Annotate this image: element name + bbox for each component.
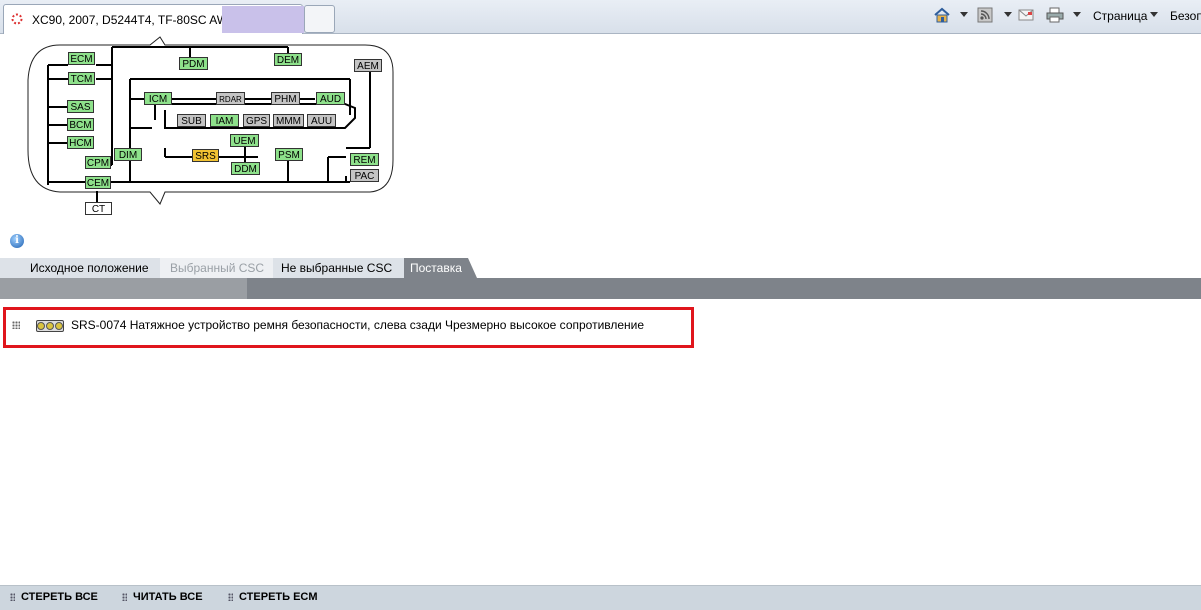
new-tab-button[interactable] <box>304 5 335 33</box>
module-rdar[interactable]: RDAR <box>216 92 245 105</box>
tab-label: Выбранный CSC <box>170 261 265 275</box>
print-icon[interactable] <box>1046 7 1064 23</box>
module-rem[interactable]: REM <box>350 153 379 166</box>
module-hcm[interactable]: HCM <box>67 136 94 149</box>
module-phm[interactable]: PHM <box>271 92 300 105</box>
module-mmm[interactable]: MMM <box>273 114 304 127</box>
module-ddm[interactable]: DDM <box>231 162 260 175</box>
module-pac[interactable]: PAC <box>350 169 379 182</box>
tab-initial-state[interactable]: Исходное положение <box>0 258 169 278</box>
module-iam[interactable]: IAM <box>210 114 239 127</box>
tab-title: XC90, 2007, D5244T4, TF-80SC AWD, <box>32 13 241 27</box>
clear-ecm-button[interactable]: СТЕРЕТЬ ECM <box>228 591 318 603</box>
module-bcm[interactable]: BCM <box>67 118 94 131</box>
tab-content-header <box>0 278 1201 299</box>
module-cpm[interactable]: CPM <box>85 156 111 169</box>
module-dim[interactable]: DIM <box>114 148 142 161</box>
module-uem[interactable]: UEM <box>230 134 259 147</box>
read-all-button[interactable]: ЧИТАТЬ ВСЕ <box>122 591 203 603</box>
grip-icon <box>228 593 233 601</box>
highlight-box <box>3 307 694 348</box>
module-psm[interactable]: PSM <box>275 148 303 161</box>
module-sas[interactable]: SAS <box>67 100 94 113</box>
page-menu[interactable]: Страница <box>1093 9 1147 23</box>
rss-dropdown-icon[interactable] <box>1004 12 1012 17</box>
button-label: СТЕРЕТЬ ВСЕ <box>21 591 98 603</box>
grip-icon <box>122 593 127 601</box>
home-dropdown-icon[interactable] <box>960 12 968 17</box>
browser-toolbar: XC90, 2007, D5244T4, TF-80SC AWD, Страни… <box>0 0 1201 34</box>
header-lighter-segment <box>0 278 247 299</box>
button-label: СТЕРЕТЬ ECM <box>239 591 318 603</box>
print-dropdown-icon[interactable] <box>1073 12 1081 17</box>
module-ct[interactable]: CT <box>85 202 112 215</box>
module-aem[interactable]: AEM <box>354 59 382 72</box>
module-cem[interactable]: CEM <box>85 176 111 189</box>
action-bar: СТЕРЕТЬ ВСЕ ЧИТАТЬ ВСЕ СТЕРЕТЬ ECM <box>0 585 1201 610</box>
loading-icon <box>11 13 23 25</box>
grip-icon <box>10 593 15 601</box>
module-auu[interactable]: AUU <box>307 114 336 127</box>
redacted-area <box>222 6 304 33</box>
module-dem[interactable]: DEM <box>274 53 302 66</box>
rss-icon[interactable] <box>977 7 995 23</box>
mail-icon[interactable] <box>1018 7 1036 23</box>
tab-label: Не выбранные CSC <box>281 261 393 275</box>
module-srs[interactable]: SRS <box>192 149 219 162</box>
module-tcm[interactable]: TCM <box>68 72 95 85</box>
home-icon[interactable] <box>933 7 951 23</box>
module-sub[interactable]: SUB <box>177 114 206 127</box>
tab-label: Исходное положение <box>30 261 149 275</box>
info-icon[interactable]: i <box>10 234 24 248</box>
tab-delivery[interactable]: Поставка <box>404 258 477 278</box>
page-menu-dropdown-icon[interactable] <box>1150 12 1158 17</box>
module-icm[interactable]: ICM <box>144 92 172 105</box>
browser-tab[interactable]: XC90, 2007, D5244T4, TF-80SC AWD, <box>3 4 304 34</box>
tab-strip: Исходное положение Выбранный CSC Не выбр… <box>0 258 1201 278</box>
module-pdm[interactable]: PDM <box>179 57 208 70</box>
tab-label: Поставка <box>410 261 462 275</box>
tab-selected-csc[interactable]: Выбранный CSC <box>160 258 282 278</box>
clear-all-button[interactable]: СТЕРЕТЬ ВСЕ <box>10 591 98 603</box>
safety-menu[interactable]: Безоп <box>1170 9 1201 23</box>
tab-unselected-csc[interactable]: Не выбранные CSC <box>273 258 413 278</box>
button-label: ЧИТАТЬ ВСЕ <box>133 591 203 603</box>
module-aud[interactable]: AUD <box>316 92 345 105</box>
module-ecm[interactable]: ECM <box>68 52 95 65</box>
module-gps[interactable]: GPS <box>243 114 270 127</box>
